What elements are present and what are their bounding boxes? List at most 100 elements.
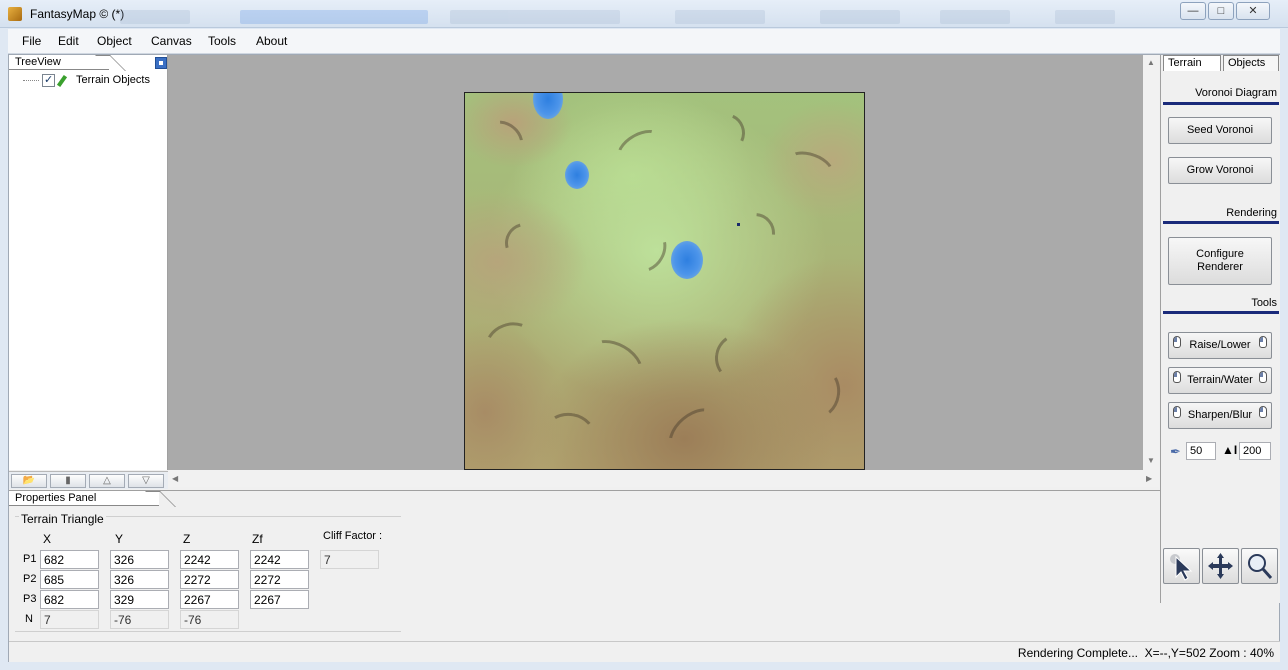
row-p1-label: P1 [23,553,37,565]
p3-y-field[interactable]: 329 [110,590,169,609]
row-p3-label: P3 [23,593,37,605]
canvas-vertical-scrollbar[interactable]: ▲ ▼ [1143,55,1159,470]
lake [671,241,703,279]
tree-item-label: Terrain Objects [76,74,150,86]
configure-label-line1: Configure [1196,248,1244,260]
ridge [795,364,845,422]
menu-canvas[interactable]: Canvas [151,34,192,48]
p3-x-field[interactable]: 682 [40,590,99,609]
raise-lower-button[interactable]: Raise/Lower [1168,332,1272,359]
n-z-field: -76 [180,610,239,629]
n-y-field: -76 [110,610,169,629]
move-tool-button[interactable] [1202,548,1239,584]
menu-file[interactable]: File [22,34,41,48]
seed-voronoi-button[interactable]: Seed Voronoi [1168,117,1272,144]
move-icon [1208,553,1233,579]
up-icon[interactable]: △ [89,474,125,488]
app-icon [8,7,22,21]
mouse-left-icon [1173,336,1181,348]
p2-zf-field[interactable]: 2272 [250,570,309,589]
p1-z-field[interactable]: 2242 [180,550,239,569]
terrain-tool-panel: Terrain Objects Voronoi Diagram Seed Vor… [1160,55,1280,603]
sharpen-blur-button[interactable]: Sharpen/Blur [1168,402,1272,429]
p1-zf-field[interactable]: 2242 [250,550,309,569]
cliff-factor-label: Cliff Factor : [323,530,383,542]
canvas-horizontal-scrollbar[interactable]: ◀ ▶ [168,470,1159,487]
raise-lower-label: Raise/Lower [1189,339,1251,351]
mouse-right-icon [1259,371,1267,383]
section-voronoi: Voronoi Diagram [1195,87,1277,99]
pointer-tool-button[interactable] [1163,548,1200,584]
group-title: Terrain Triangle [19,512,106,526]
terrain-water-label: Terrain/Water [1187,374,1253,386]
ridge [699,107,751,159]
lake [565,161,589,189]
scroll-up-icon[interactable]: ▲ [1147,58,1155,67]
tab-objects[interactable]: Objects [1223,55,1279,71]
minimize-button[interactable]: — [1180,2,1206,20]
background-taskbar-ghost [120,10,1180,24]
column-x: X [43,532,52,546]
menu-about[interactable]: About [256,34,287,48]
properties-tab[interactable]: Properties Panel [9,491,159,506]
treeview-tab[interactable]: TreeView [9,55,109,70]
mouse-right-icon [1259,336,1267,348]
p3-z-field[interactable]: 2267 [180,590,239,609]
menu-tools[interactable]: Tools [208,34,236,48]
section-divider [1163,102,1279,105]
brush-strength-input[interactable]: 200 [1239,442,1271,460]
folder-icon[interactable]: 📂 [11,474,47,488]
status-message: Rendering Complete... [1017,646,1138,660]
tree-connector [23,80,39,81]
zoom-tool-button[interactable] [1241,548,1278,584]
down-icon[interactable]: ▽ [128,474,164,488]
properties-panel: Properties Panel Terrain Triangle X Y Z … [9,490,1160,640]
mouse-left-icon [1173,406,1181,418]
mouse-left-icon [1173,371,1181,383]
scroll-left-icon[interactable]: ◀ [172,474,178,483]
configure-renderer-button[interactable]: Configure Renderer [1168,237,1272,285]
brush-size-input[interactable]: 50 [1186,442,1216,460]
cliff-factor-field: 7 [320,550,379,569]
ridge [781,145,839,191]
menu-bar: File Edit Object Canvas Tools About [8,29,1280,54]
pin-icon[interactable] [155,57,167,69]
terrain-map[interactable] [464,92,865,470]
p2-x-field[interactable]: 685 [40,570,99,589]
row-n-label: N [25,613,33,625]
ridge [659,398,731,468]
menu-object[interactable]: Object [97,34,132,48]
ridge [497,215,553,271]
pencil-icon [56,74,68,88]
grow-voronoi-button[interactable]: Grow Voronoi [1168,157,1272,184]
ridge [579,330,651,396]
zoom-icon [1248,554,1273,579]
ridge [610,122,670,174]
window-title: FantasyMap © (*) [30,7,125,21]
ridge [621,222,674,279]
close-button[interactable]: ✕ [1236,2,1270,20]
ridge [711,329,769,387]
p3-zf-field[interactable]: 2267 [250,590,309,609]
p2-y-field[interactable]: 326 [110,570,169,589]
brush-icon: ✒ [1170,444,1181,459]
column-z: Z [183,532,191,546]
section-rendering: Rendering [1226,207,1277,219]
menu-edit[interactable]: Edit [58,34,79,48]
tab-terrain[interactable]: Terrain [1163,55,1221,71]
p1-x-field[interactable]: 682 [40,550,99,569]
terrain-objects-checkbox[interactable] [42,73,55,87]
paste-icon[interactable]: ▮ [50,474,86,488]
ridge [541,408,599,458]
p1-y-field[interactable]: 326 [110,550,169,569]
maximize-button[interactable]: □ [1208,2,1234,20]
row-p2-label: P2 [23,573,37,585]
treeview-toolbar: 📂 ▮ △ ▽ [9,471,168,489]
terrain-water-button[interactable]: Terrain/Water [1168,367,1272,394]
map-cursor [737,223,740,226]
scroll-down-icon[interactable]: ▼ [1147,456,1155,465]
title-bar: FantasyMap © (*) — □ ✕ [0,0,1288,28]
scroll-right-icon[interactable]: ▶ [1146,474,1152,483]
n-x-field: 7 [40,610,99,629]
p2-z-field[interactable]: 2272 [180,570,239,589]
